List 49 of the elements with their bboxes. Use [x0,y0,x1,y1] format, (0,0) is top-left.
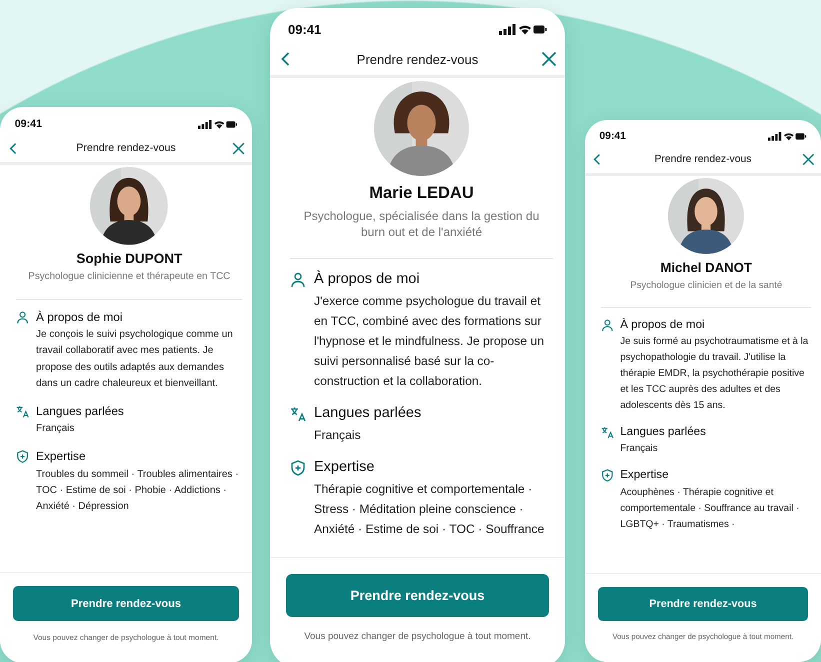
person-icon [16,310,30,324]
shield-plus-icon [601,469,614,482]
section-title: Expertise [620,468,670,482]
status-icons [499,24,547,35]
section-text: Thérapie cognitive et comportementale · Stress · Méditation pleine conscience · Anxiété · Estime de soi · TOC · Souffrance [314,481,546,538]
section-text: Je suis formé au psychotraumatisme et à la psychopathologie du travail. J'utilise la thérapie EMDR, la psychothérapie positive et les TCC auprès des adultes et des adolescents dès 15 ans. [620,334,810,413]
translate-icon [290,406,306,422]
psychologist-name: Michel DANOT [659,260,753,276]
section-title: À propos de moi [36,310,124,324]
translate-icon [16,404,30,418]
status-icons [768,132,807,142]
section-text: J'exerce comme psychologue du travail et en TCC, combiné avec des formations sur l'hypnose et le mindfulness. Je propose un suivi personnalisé basé sur la co-construction et la collaboration. [314,293,545,390]
section-title: Langues parlées [36,404,125,418]
psychologist-title: Psychologue clinicien et de la santé [629,280,784,293]
book-appointment-button[interactable]: Prendre rendez-vous [13,586,239,622]
close-icon[interactable] [802,153,815,166]
section-title: À propos de moi [314,271,421,288]
person-icon [601,318,614,332]
shield-plus-icon [16,450,30,464]
section-title: Expertise [36,449,87,464]
psychologist-title: Psychologue clinicienne et thérapeute en TCC [27,271,232,284]
section-text: Troubles du sommeil · Troubles alimentaires · TOC · Estime de soi · Phobie · Addictions · Anxiété · Dépression [36,468,240,514]
psychologist-title: Psychologue, spécialisée dans la gestion du burn out et de l'anxiété [302,209,540,240]
status-time: 09:41 [599,131,626,142]
header-title: Prendre rendez-vous [356,52,478,66]
shield-plus-icon [290,460,306,476]
status-time: 09:41 [288,22,322,37]
section-title: Langues parlées [620,424,707,438]
footer-note: Vous pouvez changer de psychologue à tout moment. [303,631,532,642]
book-appointment-button[interactable]: Prendre rendez-vous [598,586,808,622]
section-text: Acouphènes · Thérapie cognitive et comportementale · Souffrance au travail · LGBTQ+ · Traumatismes · [620,486,800,532]
close-icon[interactable] [541,51,557,67]
translate-icon [601,426,614,439]
status-icons [198,120,238,129]
section-text: Français [314,427,362,444]
section-title: À propos de moi [620,318,706,331]
section-text: Français [620,442,659,456]
section-text: Français [36,422,76,436]
close-icon[interactable] [232,142,246,156]
psychologist-name: Marie LEDAU [368,184,475,203]
person-icon [290,272,306,288]
section-title: Expertise [314,459,376,476]
header-title: Prendre rendez-vous [76,142,176,154]
section-title: Langues parlées [314,405,422,422]
status-time: 09:41 [14,118,42,130]
psychologist-name: Sophie DUPONT [75,251,184,266]
header-title: Prendre rendez-vous [654,154,752,166]
book-appointment-button[interactable]: Prendre rendez-vous [286,574,549,617]
section-text: Je conçois le suivi psychologique comme un travail collaboratif avec mes patients. Je propose des outils adaptés aux demandes dans un cadre chaleureux et bienveillant. [36,328,234,392]
